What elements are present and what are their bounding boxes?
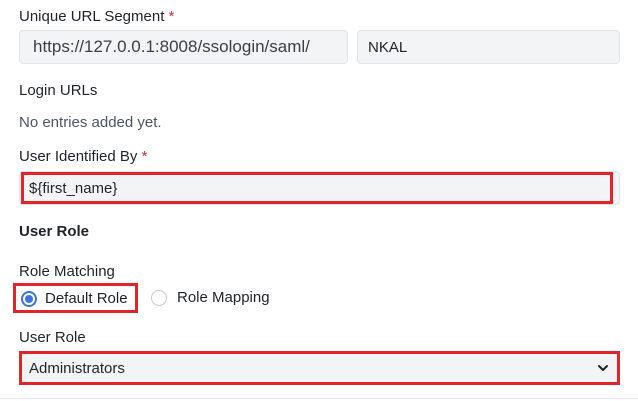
bottom-divider (0, 398, 638, 399)
login-urls-label: Login URLs (19, 82, 98, 99)
user-role-selected-value: Administrators (29, 359, 125, 377)
unique-url-segment-label: Unique URL Segment * (19, 8, 175, 25)
url-segment-value: NKAL (368, 38, 408, 56)
url-segment-input[interactable]: NKAL (357, 30, 620, 64)
login-urls-empty-text: No entries added yet. (19, 114, 162, 131)
url-prefix-text: https://127.0.0.1:8008/ssologin/saml/ (33, 37, 310, 56)
user-identified-by-value: ${first_name} (29, 179, 118, 197)
chevron-down-icon[interactable] (597, 362, 609, 374)
radio-selected-icon[interactable] (21, 291, 37, 307)
default-role-label: Default Role (45, 290, 128, 307)
user-role-select[interactable]: Administrators (19, 351, 620, 385)
radio-unselected-icon[interactable] (151, 290, 167, 306)
default-role-radio-option[interactable]: Default Role (13, 283, 138, 313)
user-role-section-title: User Role (19, 223, 90, 240)
role-mapping-radio-option[interactable]: Role Mapping (151, 286, 281, 310)
user-role-label: User Role (19, 329, 86, 346)
url-prefix-field: https://127.0.0.1:8008/ssologin/saml/ (19, 30, 348, 64)
role-matching-label: Role Matching (19, 263, 115, 280)
required-mark: * (168, 8, 175, 25)
role-mapping-label: Role Mapping (177, 289, 270, 306)
required-mark: * (141, 148, 148, 165)
user-identified-by-input[interactable]: ${first_name} (21, 172, 613, 204)
user-identified-by-label: User Identified By * (19, 148, 148, 165)
